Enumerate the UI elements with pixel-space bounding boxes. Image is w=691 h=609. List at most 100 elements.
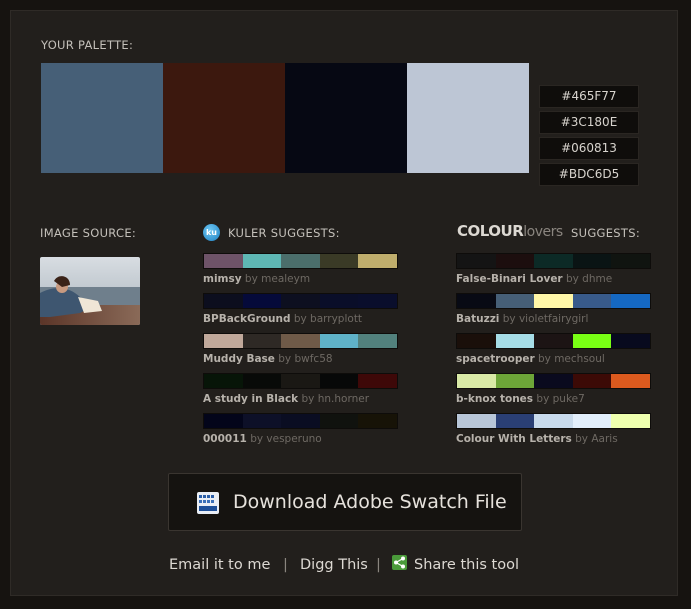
suggestion-swatch	[534, 254, 573, 268]
suggestion-label: Batuzzi by violetfairygirl	[456, 313, 651, 327]
suggestion-swatch	[242, 254, 282, 268]
suggestion-item[interactable]: b-knox tones by puke7	[456, 373, 651, 407]
share-icon	[392, 555, 407, 570]
suggestion-name[interactable]: spacetrooper	[456, 353, 535, 365]
suggestion-author[interactable]: by mealeym	[245, 273, 310, 285]
suggestion-name[interactable]: False-Binari Lover	[456, 273, 563, 285]
suggestion-swatch	[611, 254, 650, 268]
suggestion-swatch	[534, 334, 573, 348]
suggestion-swatch	[611, 294, 650, 308]
palette-swatch-3[interactable]	[285, 63, 407, 173]
colourlovers-suggestion-list: False-Binari Lover by dhme Batuzzi by vio…	[456, 253, 651, 453]
suggestion-color-strip[interactable]	[456, 293, 651, 309]
suggestion-author[interactable]: by violetfairygirl	[503, 313, 589, 325]
share-tool-link[interactable]: Share this tool	[414, 557, 519, 573]
suggestion-name[interactable]: mimsy	[203, 273, 242, 285]
suggestion-item[interactable]: spacetrooper by mechsoul	[456, 333, 651, 367]
footer-separator: |	[376, 557, 381, 573]
suggestion-author[interactable]: by hn.horner	[302, 393, 370, 405]
suggestion-swatch	[457, 374, 496, 388]
suggestion-swatch	[572, 334, 612, 348]
suggestion-swatch	[611, 334, 650, 348]
suggestion-swatch	[319, 254, 359, 268]
suggestion-name[interactable]: Batuzzi	[456, 313, 499, 325]
suggestion-item[interactable]: A study in Black by hn.horner	[203, 373, 398, 407]
suggestion-label: spacetrooper by mechsoul	[456, 353, 651, 367]
suggestion-name[interactable]: Colour With Letters	[456, 433, 572, 445]
suggestion-swatch	[281, 414, 320, 428]
suggestion-label: Muddy Base by bwfc58	[203, 353, 398, 367]
suggestion-color-strip[interactable]	[456, 333, 651, 349]
suggestion-label: mimsy by mealeym	[203, 273, 398, 287]
suggestion-swatch	[495, 374, 535, 388]
suggestion-color-strip[interactable]	[203, 293, 398, 309]
palette-swatch-1[interactable]	[41, 63, 163, 173]
palette-swatch-2[interactable]	[163, 63, 285, 173]
suggestion-author[interactable]: by bwfc58	[278, 353, 332, 365]
suggestion-swatch	[457, 414, 496, 428]
source-image-thumbnail[interactable]	[40, 257, 140, 325]
suggestion-swatch	[281, 334, 320, 348]
suggestion-item[interactable]: mimsy by mealeym	[203, 253, 398, 287]
footer-separator: |	[283, 557, 288, 573]
suggestion-item[interactable]: Batuzzi by violetfairygirl	[456, 293, 651, 327]
suggestion-color-strip[interactable]	[456, 253, 651, 269]
suggestion-name[interactable]: A study in Black	[203, 393, 298, 405]
suggestion-label: Colour With Letters by Aaris	[456, 433, 651, 447]
suggestion-author[interactable]: by barryplott	[294, 313, 362, 325]
suggestion-color-strip[interactable]	[456, 413, 651, 429]
suggestion-name[interactable]: BPBackGround	[203, 313, 290, 325]
suggestion-color-strip[interactable]	[456, 373, 651, 389]
suggestion-swatch	[319, 414, 359, 428]
suggestion-name[interactable]: b-knox tones	[456, 393, 533, 405]
suggestion-swatch	[457, 294, 496, 308]
suggestion-swatch	[572, 374, 612, 388]
kuler-logo-icon: ku	[203, 224, 220, 241]
suggestion-swatch	[495, 334, 535, 348]
digg-link[interactable]: Digg This	[300, 557, 368, 573]
suggestion-color-strip[interactable]	[203, 373, 398, 389]
suggestion-name[interactable]: Muddy Base	[203, 353, 275, 365]
suggestion-swatch	[495, 294, 535, 308]
suggestion-color-strip[interactable]	[203, 413, 398, 429]
suggestion-author[interactable]: by Aaris	[575, 433, 618, 445]
suggestion-swatch	[204, 294, 243, 308]
suggestion-author[interactable]: by dhme	[566, 273, 612, 285]
suggestion-author[interactable]: by vesperuno	[250, 433, 322, 445]
suggestion-item[interactable]: 000011 by vesperuno	[203, 413, 398, 447]
kuler-suggestion-list: mimsy by mealeym BPBackGround by barryplo…	[203, 253, 398, 453]
suggestion-author[interactable]: by mechsoul	[538, 353, 605, 365]
colourlovers-title: SUGGESTS:	[571, 226, 641, 240]
suggestion-swatch	[495, 414, 535, 428]
palette-panel: YOUR PALETTE: #465F77 #3C180E #060813 #B…	[10, 10, 678, 596]
palette-swatch-4[interactable]	[407, 63, 529, 173]
hex-value[interactable]: #060813	[539, 137, 639, 160]
kuler-title: KULER SUGGESTS:	[228, 226, 340, 240]
hex-value[interactable]: #3C180E	[539, 111, 639, 134]
suggestion-item[interactable]: BPBackGround by barryplott	[203, 293, 398, 327]
suggestion-swatch	[281, 374, 320, 388]
suggestion-label: A study in Black by hn.horner	[203, 393, 398, 407]
suggestion-swatch	[534, 294, 573, 308]
suggestion-swatch	[204, 374, 243, 388]
download-swatch-button[interactable]: Download Adobe Swatch File	[168, 473, 522, 531]
suggestion-color-strip[interactable]	[203, 253, 398, 269]
email-link[interactable]: Email it to me	[169, 557, 270, 573]
suggestion-item[interactable]: False-Binari Lover by dhme	[456, 253, 651, 287]
colourlovers-logo: COLOURlovers	[457, 222, 563, 240]
suggestion-label: False-Binari Lover by dhme	[456, 273, 651, 287]
suggestion-swatch	[204, 334, 243, 348]
colourlovers-logo-light: lovers	[523, 224, 563, 240]
hex-value[interactable]: #465F77	[539, 85, 639, 108]
suggestion-swatch	[242, 334, 282, 348]
suggestion-name[interactable]: 000011	[203, 433, 247, 445]
suggestion-swatch	[572, 254, 612, 268]
suggestion-author[interactable]: by puke7	[536, 393, 584, 405]
colourlovers-logo-bold: COLOUR	[457, 222, 524, 240]
hex-value[interactable]: #BDC6D5	[539, 163, 639, 186]
suggestion-item[interactable]: Colour With Letters by Aaris	[456, 413, 651, 447]
suggestion-swatch	[495, 254, 535, 268]
suggestion-color-strip[interactable]	[203, 333, 398, 349]
suggestion-item[interactable]: Muddy Base by bwfc58	[203, 333, 398, 367]
suggestion-swatch	[204, 414, 243, 428]
